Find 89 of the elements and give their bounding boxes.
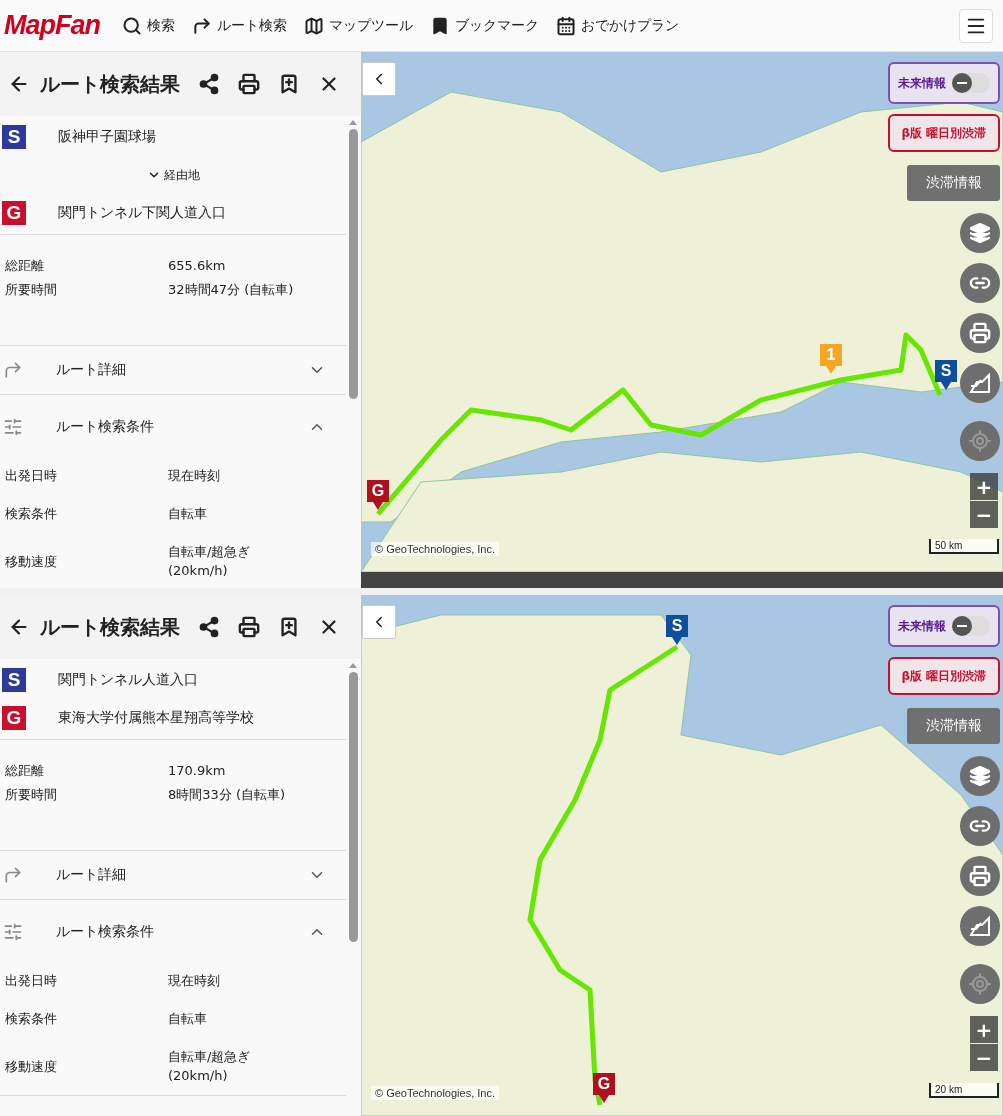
condition-label: 出発日時 xyxy=(5,972,58,991)
nav-link[interactable]: おでかけプラン xyxy=(556,15,679,36)
condition-value: 現在時刻 xyxy=(168,972,221,990)
start-badge: S xyxy=(2,668,26,692)
summary-value: 655.6km xyxy=(168,257,227,275)
nav-link[interactable]: マップツール xyxy=(304,15,413,36)
nav-link[interactable]: 検索 xyxy=(122,15,175,36)
summary-value: 32時間47分 (自転車) xyxy=(168,281,295,300)
turn-arrow-icon xyxy=(3,360,23,380)
traffic-info-button[interactable]: 渋滞情報 xyxy=(907,708,1000,744)
locate-button[interactable] xyxy=(960,421,1000,461)
condition-label: 検索条件 xyxy=(5,505,58,524)
condition-value: 現在時刻 xyxy=(168,467,221,485)
condition-label: 出発日時 xyxy=(5,467,58,486)
map-view[interactable]: S G 未来情報 β版 曜日別渋滞 渋滞情報 + − © GeoTechnologies, Inc. 20 km xyxy=(361,595,1003,1116)
condition-value: 自転車/超急ぎ (20km/h) xyxy=(168,1048,252,1085)
goal-name: 関門トンネル下関人道入口 xyxy=(58,204,226,222)
zoom-out-button[interactable]: − xyxy=(970,1044,998,1071)
condition-label: 移動速度 xyxy=(5,552,58,571)
share-icon xyxy=(198,73,220,95)
panel-title: ルート検索結果 xyxy=(40,70,180,98)
goal-name: 東海大学付属熊本星翔高等学校 xyxy=(58,709,254,727)
condition-value: 自転車 xyxy=(168,1010,208,1029)
zoom-out-button[interactable]: − xyxy=(970,501,998,528)
summary-label: 総距離 xyxy=(5,762,45,780)
printer-icon xyxy=(969,865,991,887)
bookmark-icon xyxy=(430,15,450,36)
condition-label: 移動速度 xyxy=(5,1057,58,1076)
via-toggle[interactable]: 経由地 xyxy=(144,165,202,185)
start-name: 阪神甲子園球場 xyxy=(58,128,156,146)
summary-label: 総距離 xyxy=(5,257,45,275)
layers-icon xyxy=(969,222,991,244)
turn-arrow-icon xyxy=(3,865,23,885)
start-name: 関門トンネル人道入口 xyxy=(58,671,198,689)
summary-label: 所要時間 xyxy=(5,281,58,300)
sliders-icon xyxy=(3,922,23,942)
toggle-knob[interactable] xyxy=(952,616,972,636)
search-icon xyxy=(122,15,142,36)
toggle-track[interactable] xyxy=(952,616,990,636)
condition-value: 自転車/超急ぎ (20km/h) xyxy=(168,543,252,580)
copyright-text: © GeoTechnologies, Inc. xyxy=(371,1086,499,1100)
start-badge: S xyxy=(2,125,26,149)
nav-link[interactable]: ルート検索 xyxy=(192,15,287,36)
printer-icon xyxy=(969,322,991,344)
slope-icon xyxy=(969,372,991,394)
weekday-traffic-button[interactable]: β版 曜日別渋滞 xyxy=(888,657,1000,695)
locate-icon xyxy=(968,429,992,453)
printer-icon xyxy=(238,616,260,638)
bookmark-plus-icon xyxy=(278,616,300,638)
menu-button[interactable] xyxy=(959,8,993,43)
goal-badge: G xyxy=(2,706,26,730)
share-icon xyxy=(198,616,220,638)
future-info-control[interactable]: 未来情報 xyxy=(888,62,1000,104)
summary-value: 170.9km xyxy=(168,762,227,780)
condition-value: 自転車 xyxy=(168,505,208,524)
copyright-text: © GeoTechnologies, Inc. xyxy=(371,542,499,556)
traffic-info-button[interactable]: 渋滞情報 xyxy=(907,165,1000,201)
turn-arrow-icon xyxy=(192,15,212,36)
mapfan-logo[interactable]: MapFan xyxy=(4,10,100,41)
map-scale: 50 km xyxy=(929,539,999,554)
layers-icon xyxy=(969,765,991,787)
locate-icon xyxy=(968,972,992,996)
link-button[interactable] xyxy=(960,806,1000,846)
map-icon xyxy=(304,15,324,36)
section-header[interactable]: ルート検索条件 xyxy=(0,900,346,964)
layers-button[interactable] xyxy=(960,756,1000,796)
slope-button[interactable] xyxy=(960,363,1000,403)
toggle-track[interactable] xyxy=(952,73,990,93)
printer-icon xyxy=(238,73,260,95)
slope-icon xyxy=(969,915,991,937)
map-scale: 20 km xyxy=(929,1083,999,1098)
section-header[interactable]: ルート検索条件 xyxy=(0,395,346,459)
summary-value: 8時間33分 (自転車) xyxy=(168,786,287,805)
panel-title: ルート検索結果 xyxy=(40,613,180,641)
summary-label: 所要時間 xyxy=(5,786,58,805)
section-header[interactable]: ルート詳細 xyxy=(0,851,346,899)
toggle-knob[interactable] xyxy=(952,73,972,93)
zoom-in-button[interactable]: + xyxy=(970,1016,998,1043)
zoom-in-button[interactable]: + xyxy=(970,473,998,500)
weekday-traffic-button[interactable]: β版 曜日別渋滞 xyxy=(888,114,1000,152)
bookmark-plus-icon xyxy=(278,73,300,95)
section-header[interactable]: ルート詳細 xyxy=(0,346,346,394)
future-info-control[interactable]: 未来情報 xyxy=(888,605,1000,647)
map-view[interactable]: S 1 G 未来情報 β版 曜日別渋滞 渋滞情報 + − © GeoTechnologies, Inc. 50 km xyxy=(361,52,1003,588)
calendar-icon xyxy=(556,15,576,36)
goal-badge: G xyxy=(2,201,26,225)
sliders-icon xyxy=(3,417,23,437)
nav-link[interactable]: ブックマーク xyxy=(430,15,539,36)
condition-label: 検索条件 xyxy=(5,1010,58,1029)
